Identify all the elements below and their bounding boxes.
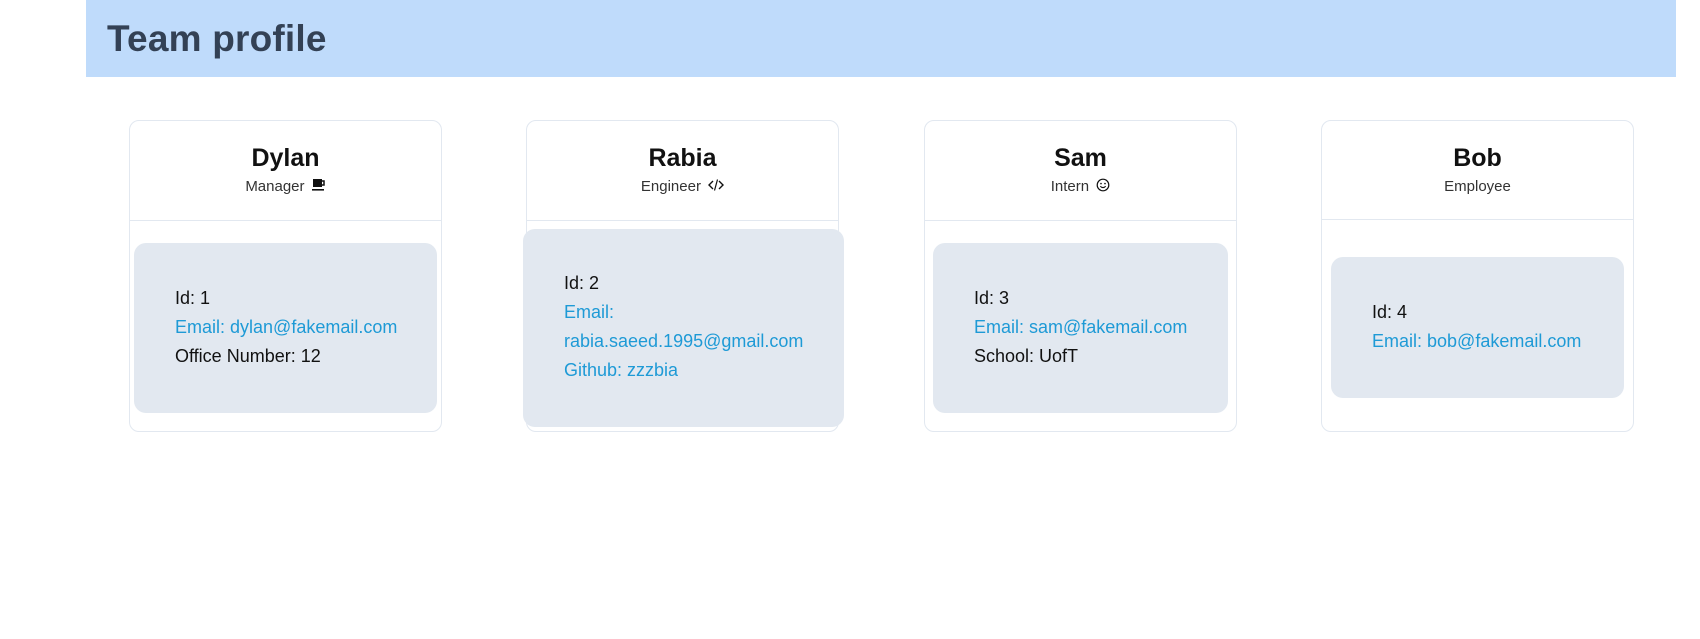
role-label: Employee (1444, 178, 1511, 195)
member-email-link[interactable]: Email: dylan@fakemail.com (175, 313, 437, 342)
card-header: Bob Employee (1322, 121, 1633, 220)
member-role: Manager (130, 177, 441, 198)
member-email-link[interactable]: Email: bob@fakemail.com (1372, 327, 1624, 356)
member-name: Bob (1453, 144, 1502, 172)
school-name: School: UofT (974, 346, 1079, 366)
coffee-icon (311, 178, 326, 198)
member-id: Id: 3 (974, 288, 1010, 308)
member-name: Rabia (648, 144, 717, 172)
member-details: Id: 4 Email: bob@fakemail.com (1331, 257, 1624, 398)
member-role: Intern (925, 177, 1236, 198)
member-email-link[interactable]: Email: sam@fakemail.com (974, 313, 1228, 342)
member-id: Id: 4 (1372, 302, 1408, 322)
team-card-sam: Sam Intern Id: 3 Email: sam@fakemail.com… (924, 120, 1237, 432)
page-title: Team profile (107, 18, 327, 59)
office-number: Office Number: 12 (175, 346, 321, 366)
member-details: Id: 2 Email: rabia.saeed.1995@gmail.com … (523, 229, 844, 427)
member-role: Employee (1322, 177, 1633, 197)
member-name: Sam (1054, 144, 1107, 172)
github-link[interactable]: Github: zzzbia (564, 356, 844, 385)
role-label: Engineer (640, 178, 701, 195)
team-card-bob: Bob Employee Id: 4 Email: bob@fakemail.c… (1321, 120, 1634, 432)
member-details: Id: 1 Email: dylan@fakemail.com Office N… (134, 243, 437, 413)
card-header: Sam Intern (925, 121, 1236, 221)
card-header: Dylan Manager (130, 121, 441, 221)
member-id: Id: 2 (564, 273, 600, 293)
member-email-link[interactable]: Email: (564, 298, 844, 327)
team-card-dylan: Dylan Manager Id: 1 Email: dylan@fakemai… (129, 120, 442, 432)
code-icon (708, 178, 725, 198)
smile-icon (1096, 178, 1110, 198)
role-label: Manager (245, 178, 305, 195)
member-email-address[interactable]: rabia.saeed.1995@gmail.com (564, 327, 844, 356)
page-header: Team profile (86, 0, 1676, 77)
member-role: Engineer (527, 177, 838, 198)
member-id: Id: 1 (175, 288, 211, 308)
member-details: Id: 3 Email: sam@fakemail.com School: Uo… (933, 243, 1228, 413)
card-header: Rabia Engineer (527, 121, 838, 221)
role-label: Intern (1050, 178, 1090, 195)
member-name: Dylan (251, 144, 320, 172)
team-card-rabia: Rabia Engineer Id: 2 Email: rabia.saeed.… (523, 120, 844, 432)
